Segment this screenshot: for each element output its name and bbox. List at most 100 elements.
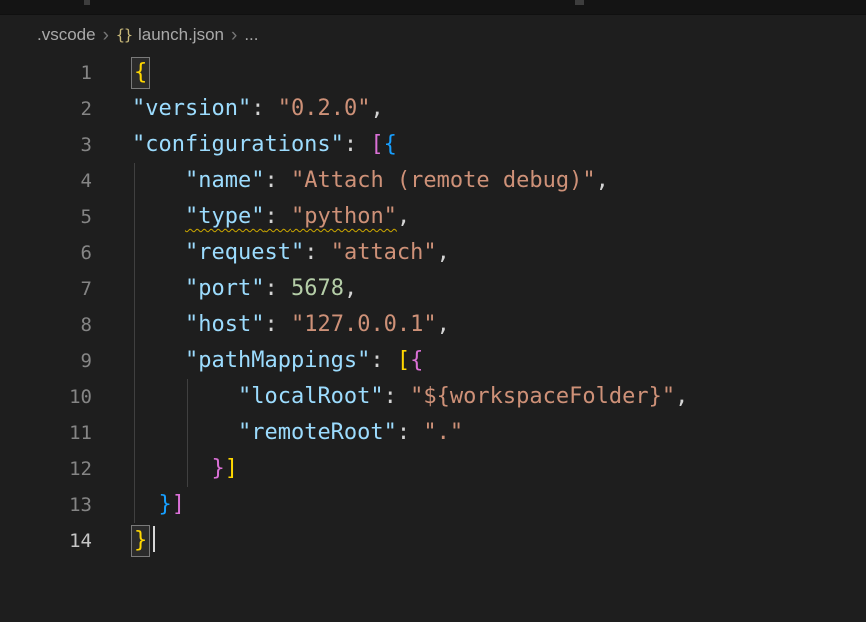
code-token: "127.0.0.1" [291, 312, 437, 337]
code-token: "remoteRoot" [238, 420, 397, 445]
code-token: ] [225, 456, 238, 481]
code-line[interactable]: 14} [0, 523, 866, 559]
breadcrumb-file[interactable]: launch.json [138, 25, 224, 45]
code-token: "request" [185, 240, 304, 265]
matched-bracket: } [132, 526, 149, 556]
line-number[interactable]: 12 [0, 451, 92, 487]
code-text: "remoteRoot": "." [132, 415, 463, 451]
code-text: "localRoot": "${workspaceFolder}", [132, 379, 688, 415]
code-text: { [132, 55, 149, 91]
text-cursor [153, 526, 155, 552]
code-line[interactable]: 8 "host": "127.0.0.1", [0, 307, 866, 343]
code-token: } [159, 492, 172, 517]
code-token: , [397, 204, 410, 229]
code-token: : [264, 312, 291, 337]
code-token: "Attach (remote debug)" [291, 168, 596, 193]
tab-bar-edge [0, 0, 866, 15]
code-token: "." [423, 420, 463, 445]
code-text: "port": 5678, [132, 271, 357, 307]
line-number[interactable]: 8 [0, 307, 92, 343]
code-text: }] [132, 487, 185, 523]
breadcrumb: .vscode › {} launch.json › ... [0, 15, 866, 55]
chevron-right-icon: › [103, 26, 109, 45]
code-token: , [675, 384, 688, 409]
code-line[interactable]: 7 "port": 5678, [0, 271, 866, 307]
line-number[interactable]: 2 [0, 91, 92, 127]
code-line[interactable]: 6 "request": "attach", [0, 235, 866, 271]
breadcrumb-folder[interactable]: .vscode [37, 25, 96, 45]
code-token: 5678 [291, 276, 344, 301]
code-token: { [410, 348, 423, 373]
code-token: , [596, 168, 609, 193]
code-text: "name": "Attach (remote debug)", [132, 163, 609, 199]
code-text: } [132, 523, 155, 559]
line-number[interactable]: 14 [0, 523, 92, 559]
code-token: "configurations" [132, 132, 344, 157]
code-token: "version" [132, 96, 251, 121]
code-text: "version": "0.2.0", [132, 91, 384, 127]
json-file-icon: {} [116, 26, 132, 44]
code-token: : [264, 276, 291, 301]
breadcrumb-more[interactable]: ... [244, 25, 258, 45]
code-line[interactable]: 2 "version": "0.2.0", [0, 91, 866, 127]
code-token: "localRoot" [238, 384, 384, 409]
code-token: , [437, 312, 450, 337]
code-token: ] [172, 492, 185, 517]
code-text: }] [132, 451, 238, 487]
code-token: "port" [185, 276, 264, 301]
chevron-right-icon: › [231, 26, 237, 45]
code-token: : [370, 348, 397, 373]
code-token: : [251, 96, 278, 121]
code-text: "request": "attach", [132, 235, 450, 271]
editor[interactable]: 1{2"version": "0.2.0",3"configurations":… [0, 55, 866, 559]
code-token: "python" [291, 204, 397, 229]
tab-separator [84, 0, 90, 5]
code-line[interactable]: 9 "pathMappings": [{ [0, 343, 866, 379]
code-token: "0.2.0" [278, 96, 371, 121]
code-text: "pathMappings": [{ [132, 343, 423, 379]
code-token: , [344, 276, 357, 301]
code-token: , [370, 96, 383, 121]
code-line[interactable]: 10 "localRoot": "${workspaceFolder}", [0, 379, 866, 415]
code-text: "type": "python", [132, 199, 410, 235]
code-token: : [344, 132, 371, 157]
code-token: : [264, 204, 291, 229]
code-line[interactable]: 11 "remoteRoot": "." [0, 415, 866, 451]
indent-guide [134, 163, 135, 523]
line-number[interactable]: 1 [0, 55, 92, 91]
code-token: [ [370, 132, 383, 157]
code-line[interactable]: 1{ [0, 55, 866, 91]
code-line[interactable]: 13 }] [0, 487, 866, 523]
code-token: } [211, 456, 224, 481]
line-number[interactable]: 9 [0, 343, 92, 379]
code-token: : [397, 420, 424, 445]
code-line[interactable]: 3 "configurations": [{ [0, 127, 866, 163]
line-number[interactable]: 13 [0, 487, 92, 523]
code-token: : [384, 384, 411, 409]
code-token: "pathMappings" [185, 348, 370, 373]
line-number[interactable]: 6 [0, 235, 92, 271]
line-number[interactable]: 10 [0, 379, 92, 415]
code-text: "host": "127.0.0.1", [132, 307, 450, 343]
code-text: "configurations": [{ [132, 127, 397, 163]
code-line[interactable]: 12 }] [0, 451, 866, 487]
line-number[interactable]: 3 [0, 127, 92, 163]
code-token: { [384, 132, 397, 157]
indent-guide [187, 379, 188, 487]
code-line[interactable]: 4 "name": "Attach (remote debug)", [0, 163, 866, 199]
code-token: , [437, 240, 450, 265]
code-lines: 1{2"version": "0.2.0",3"configurations":… [0, 55, 866, 559]
line-number[interactable]: 11 [0, 415, 92, 451]
code-token: : [264, 168, 291, 193]
code-token: : [304, 240, 331, 265]
code-token: "host" [185, 312, 264, 337]
code-line[interactable]: 5 "type": "python", [0, 199, 866, 235]
code-token: "attach" [331, 240, 437, 265]
matched-bracket: { [132, 58, 149, 88]
code-token: "${workspaceFolder}" [410, 384, 675, 409]
line-number[interactable]: 5 [0, 199, 92, 235]
line-number[interactable]: 7 [0, 271, 92, 307]
line-number[interactable]: 4 [0, 163, 92, 199]
code-token: "type" [185, 204, 264, 229]
tab-separator [575, 0, 584, 5]
